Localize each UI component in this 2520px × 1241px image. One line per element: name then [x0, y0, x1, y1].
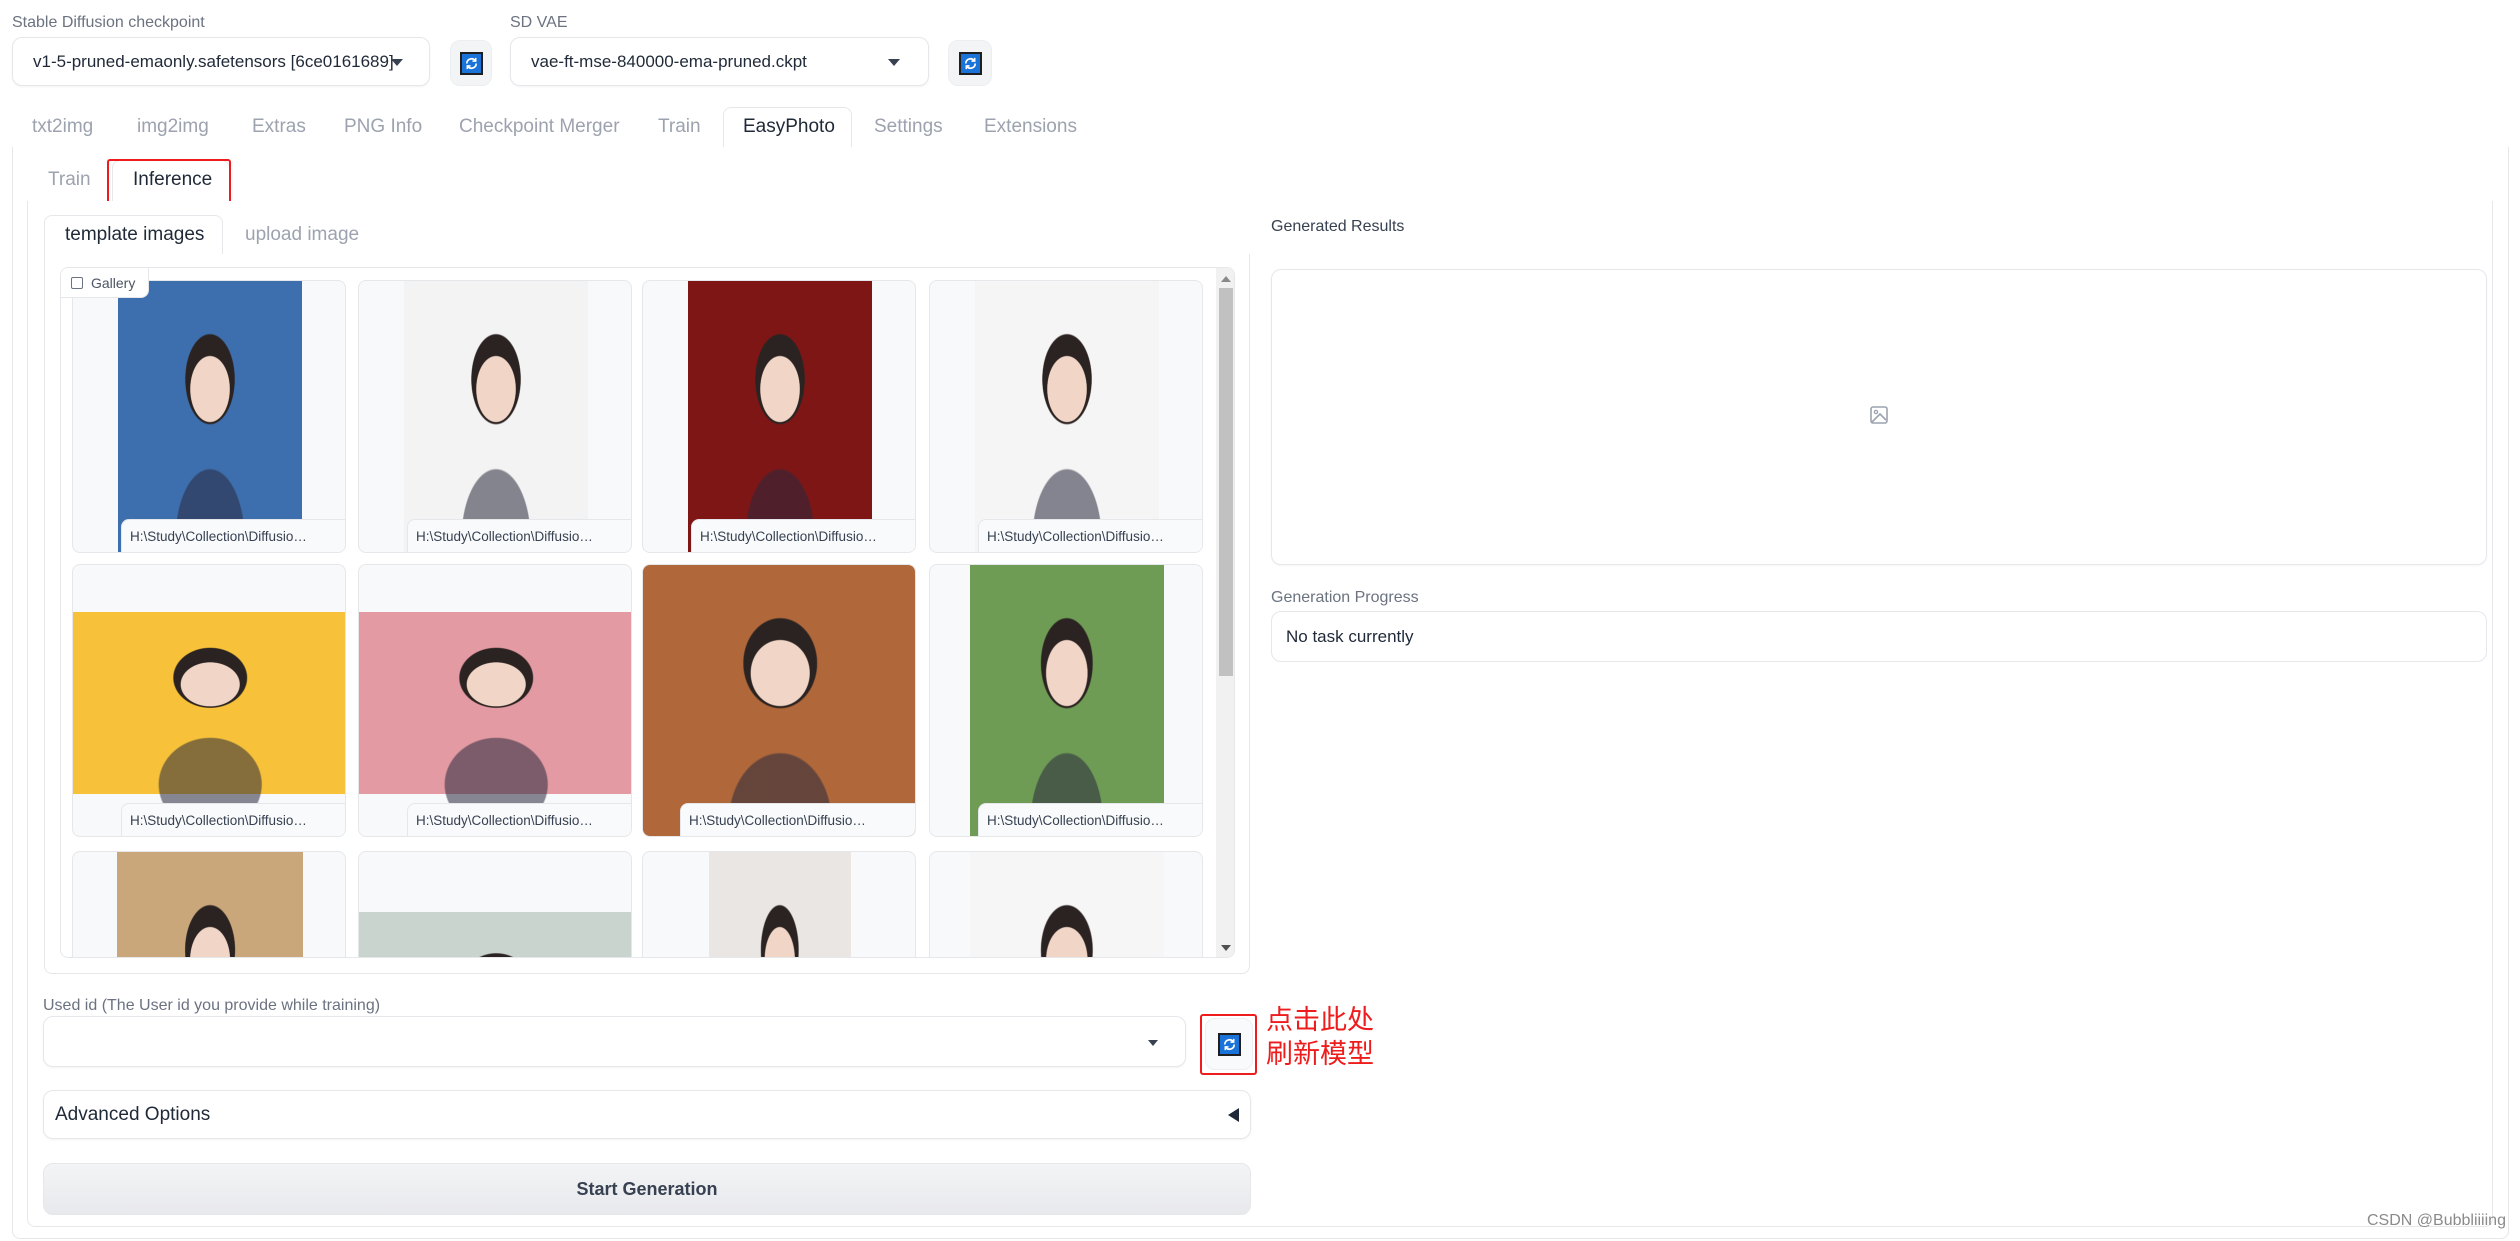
- tab-extras[interactable]: Extras: [252, 116, 306, 138]
- portrait-figure: [435, 950, 557, 957]
- tab-easyphoto[interactable]: EasyPhoto: [743, 116, 835, 138]
- tab-checkpoint-merger[interactable]: Checkpoint Merger: [459, 116, 620, 138]
- template-photo: [359, 612, 631, 809]
- refresh-checkpoint-button[interactable]: [450, 40, 492, 86]
- tab-img2img[interactable]: img2img: [137, 116, 209, 138]
- template-photo: [975, 281, 1159, 552]
- portrait-figure: [149, 644, 271, 809]
- scroll-up-icon[interactable]: [1221, 276, 1231, 282]
- chevron-down-icon: [391, 59, 403, 66]
- chevron-down-icon: [1148, 1040, 1158, 1046]
- refresh-vae-button[interactable]: [948, 40, 992, 86]
- gallery-item-caption: H:\Study\Collection\Diffusio…: [978, 519, 1202, 552]
- portrait-figure: [748, 901, 812, 957]
- template-photo: [359, 912, 631, 957]
- portrait-figure: [435, 644, 557, 809]
- tab-txt2img[interactable]: txt2img: [32, 116, 93, 138]
- portrait-figure: [1024, 901, 1110, 957]
- subtab-train[interactable]: Train: [48, 169, 91, 191]
- user-id-dropdown[interactable]: [43, 1016, 1186, 1067]
- scrollbar-thumb[interactable]: [1219, 288, 1233, 676]
- caret-left-icon: [1228, 1108, 1239, 1122]
- chevron-down-icon: [888, 59, 900, 66]
- gallery-badge: Gallery: [61, 268, 149, 298]
- template-photo: [404, 281, 588, 552]
- generated-results-label: Generated Results: [1271, 218, 1405, 235]
- gallery-item[interactable]: H:\Study\Collection\Diffusio…: [72, 280, 346, 553]
- source-tab-template-images[interactable]: template images: [65, 224, 204, 246]
- user-id-label: Used id (The User id you provide while t…: [43, 997, 381, 1014]
- gallery-item-caption: H:\Study\Collection\Diffusio…: [680, 803, 915, 836]
- gallery-item-caption: H:\Study\Collection\Diffusio…: [978, 803, 1202, 836]
- gallery-item[interactable]: H:\Study\Collection\Diffusio…: [358, 564, 632, 837]
- gallery-item[interactable]: [72, 851, 346, 957]
- gallery-item-caption: H:\Study\Collection\Diffusio…: [407, 519, 631, 552]
- template-photo: [709, 852, 851, 957]
- gallery-item[interactable]: H:\Study\Collection\Diffusio…: [72, 564, 346, 837]
- gallery-scrollbar[interactable]: [1216, 268, 1234, 957]
- gallery-item[interactable]: H:\Study\Collection\Diffusio…: [642, 280, 916, 553]
- image-placeholder-icon: [1869, 405, 1889, 425]
- gallery-item-caption: H:\Study\Collection\Diffusio…: [121, 803, 345, 836]
- generated-results-box: [1271, 269, 2487, 565]
- source-tab-upload-image[interactable]: upload image: [245, 224, 359, 246]
- advanced-options-label: Advanced Options: [55, 1103, 211, 1125]
- image-icon: [71, 276, 83, 289]
- advanced-options-accordion[interactable]: Advanced Options: [43, 1090, 1251, 1139]
- gallery-item[interactable]: H:\Study\Collection\Diffusio…: [358, 280, 632, 553]
- tab-train[interactable]: Train: [658, 116, 701, 138]
- gallery-item-caption: H:\Study\Collection\Diffusio…: [407, 803, 631, 836]
- checkpoint-value: v1-5-pruned-emaonly.safetensors [6ce0161…: [33, 51, 394, 71]
- tab-extensions[interactable]: Extensions: [984, 116, 1077, 138]
- tab-png-info[interactable]: PNG Info: [344, 116, 422, 138]
- template-photo: [117, 852, 303, 957]
- template-photo: [73, 612, 345, 809]
- gallery-item[interactable]: H:\Study\Collection\Diffusio…: [642, 564, 916, 837]
- checkpoint-dropdown[interactable]: v1-5-pruned-emaonly.safetensors [6ce0161…: [12, 37, 430, 86]
- gallery-item-caption: H:\Study\Collection\Diffusio…: [121, 519, 345, 552]
- gallery-item[interactable]: [358, 851, 632, 957]
- vae-dropdown[interactable]: vae-ft-mse-840000-ema-pruned.ckpt: [510, 37, 929, 86]
- refresh-icon: [459, 51, 483, 75]
- template-photo: [643, 565, 915, 836]
- vae-value: vae-ft-mse-840000-ema-pruned.ckpt: [531, 51, 807, 71]
- gallery-item[interactable]: H:\Study\Collection\Diffusio…: [929, 280, 1203, 553]
- gallery-item[interactable]: [929, 851, 1203, 957]
- subtab-inference[interactable]: Inference: [133, 169, 212, 191]
- start-generation-button[interactable]: Start Generation: [43, 1163, 1251, 1215]
- annotation-note-line1: 点击此处: [1266, 1005, 1374, 1036]
- gallery-item[interactable]: [642, 851, 916, 957]
- scroll-down-icon[interactable]: [1221, 945, 1231, 951]
- checkpoint-label: Stable Diffusion checkpoint: [12, 14, 205, 31]
- portrait-figure: [169, 901, 251, 957]
- generation-progress-label: Generation Progress: [1271, 589, 1419, 606]
- template-photo: [970, 565, 1164, 836]
- tab-settings[interactable]: Settings: [874, 116, 943, 138]
- gallery-item-caption: H:\Study\Collection\Diffusio…: [691, 519, 915, 552]
- gallery-label: Gallery: [91, 274, 136, 291]
- gallery-item[interactable]: H:\Study\Collection\Diffusio…: [929, 564, 1203, 837]
- watermark: CSDN @Bubbliiiing: [2367, 1212, 2506, 1229]
- annotation-note-line2: 刷新模型: [1266, 1039, 1374, 1070]
- refresh-icon: [958, 51, 982, 75]
- refresh-icon: [1217, 1032, 1241, 1056]
- template-photo: [118, 281, 302, 552]
- refresh-user-id-button[interactable]: [1205, 1018, 1253, 1070]
- vae-label: SD VAE: [510, 14, 568, 31]
- template-photo: [970, 852, 1164, 957]
- generation-progress-value: No task currently: [1271, 611, 2487, 662]
- gallery-container[interactable]: H:\Study\Collection\Diffusio… H:\Study\Co…: [60, 267, 1235, 958]
- template-photo: [688, 281, 872, 552]
